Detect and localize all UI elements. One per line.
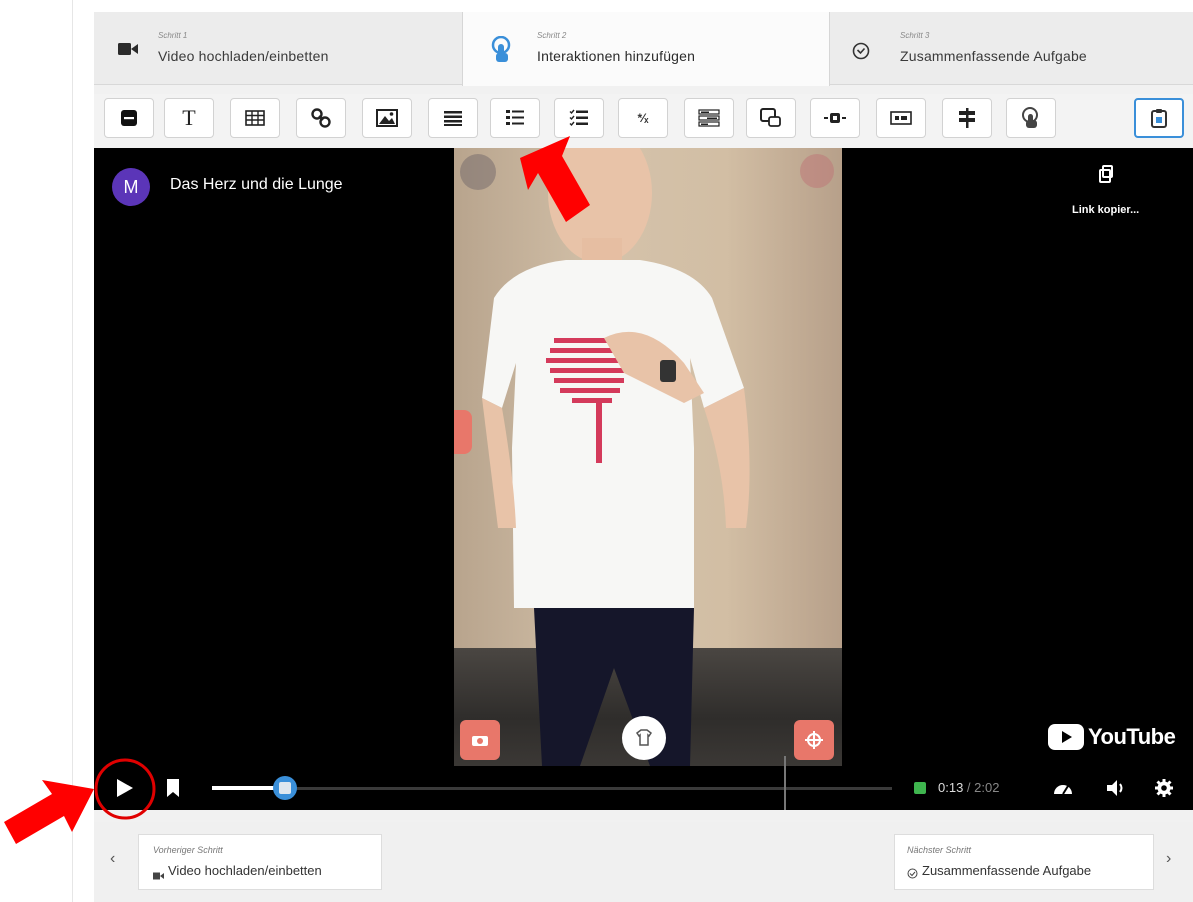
- video-frame: [454, 148, 842, 766]
- statements-tool-button[interactable]: [428, 98, 478, 138]
- interaction-toolbar: T *⁄ₓ: [94, 94, 1193, 148]
- next-step-label: Zusammenfassende Aufgabe: [922, 863, 1092, 878]
- playback-speed-button[interactable]: [1052, 778, 1074, 803]
- prev-arrow-icon[interactable]: ‹: [110, 850, 115, 868]
- drag-text-icon: [698, 109, 720, 127]
- page: Schritt 1 Video hochladen/einbetten Schr…: [0, 0, 1193, 902]
- player-controls: 0:13 / 2:02: [94, 756, 1193, 810]
- interaction-marker: [784, 756, 786, 810]
- tab-step-3[interactable]: Schritt 3 Zusammenfassende Aufgabe: [830, 12, 1193, 85]
- text-tool-button[interactable]: T: [164, 98, 214, 138]
- presenter-figure: [482, 148, 750, 766]
- checklist-icon: [569, 109, 588, 127]
- drag-text-tool-button[interactable]: [684, 98, 734, 138]
- fill-blanks-tool-button[interactable]: *⁄ₓ: [618, 98, 668, 138]
- free-text-tool-button[interactable]: [876, 98, 926, 138]
- step-3-small: Schritt 3: [900, 31, 930, 40]
- free-text-icon: [890, 111, 912, 125]
- tab-step-2[interactable]: Schritt 2 Interaktionen hinzufügen: [462, 12, 830, 86]
- text-icon: T: [182, 105, 196, 130]
- mark-words-tool-button[interactable]: [810, 98, 860, 138]
- arrow-annotation-play: [4, 780, 94, 844]
- gear-hotspot-icon[interactable]: [460, 154, 496, 190]
- volume-button[interactable]: [1106, 779, 1128, 802]
- drag-drop-tool-button[interactable]: [746, 98, 796, 138]
- clipboard-icon: [1151, 109, 1167, 128]
- shirt-hotspot-icon[interactable]: [622, 716, 666, 760]
- drag-drop-icon: [760, 108, 781, 127]
- step-2-small: Schritt 2: [537, 31, 567, 40]
- target-hotspot-icon[interactable]: [794, 720, 834, 760]
- prev-step-small: Vorheriger Schritt: [153, 845, 223, 855]
- seek-track[interactable]: [212, 787, 892, 790]
- volume-icon: [1107, 780, 1123, 796]
- image-tool-button[interactable]: [362, 98, 412, 138]
- signpost-icon: [959, 108, 975, 128]
- play-button[interactable]: [114, 778, 134, 803]
- copy-link-icon[interactable]: [1098, 164, 1128, 188]
- prev-step-label: Video hochladen/einbetten: [168, 863, 322, 878]
- crossroads-tool-button[interactable]: [942, 98, 992, 138]
- youtube-play-icon: [1048, 724, 1084, 750]
- play-icon: [117, 779, 133, 797]
- multiple-choice-tool-button[interactable]: [554, 98, 604, 138]
- tab-step-1[interactable]: Schritt 1 Video hochladen/einbetten: [94, 12, 462, 85]
- seek-handle[interactable]: [272, 776, 297, 800]
- single-choice-tool-button[interactable]: [490, 98, 540, 138]
- mark-words-icon: [824, 113, 846, 123]
- touch-pointer-icon: [491, 35, 513, 69]
- question-hotspot-icon[interactable]: [800, 154, 834, 188]
- step-3-label: Zusammenfassende Aufgabe: [900, 48, 1087, 64]
- navigation-hotspot-tool-button[interactable]: [1006, 98, 1056, 138]
- time-display: 0:13 / 2:02: [938, 780, 1000, 795]
- next-arrow-icon[interactable]: ›: [1166, 850, 1171, 868]
- video-camera-icon: [118, 42, 138, 61]
- bookmark-button[interactable]: [166, 778, 180, 803]
- check-circle-icon: [852, 42, 870, 65]
- table-tool-button[interactable]: [230, 98, 280, 138]
- video-title[interactable]: Das Herz und die Lunge: [170, 176, 343, 194]
- duration: 2:02: [974, 780, 1000, 795]
- side-marker-icon[interactable]: [454, 410, 472, 454]
- numbered-list-icon: [506, 110, 524, 125]
- percent-blanks-icon: *⁄ₓ: [637, 111, 649, 125]
- step-1-label: Video hochladen/einbetten: [158, 48, 329, 64]
- step-tabs: Schritt 1 Video hochladen/einbetten Schr…: [94, 12, 1193, 86]
- interaction-dot-icon[interactable]: [914, 782, 926, 794]
- channel-avatar-letter: M: [123, 176, 139, 197]
- list-lines-icon: [444, 111, 462, 126]
- step-2-label: Interaktionen hinzufügen: [537, 48, 696, 64]
- youtube-logo[interactable]: YouTube: [1048, 722, 1176, 752]
- next-step-button[interactable]: Nächster Schritt Zusammenfassende Aufgab…: [894, 834, 1154, 890]
- image-icon: [376, 109, 398, 127]
- current-time: 0:13: [938, 780, 964, 795]
- check-circle-icon: [907, 866, 918, 884]
- camera-hotspot-icon[interactable]: [460, 720, 500, 760]
- speedometer-icon: [1054, 785, 1072, 795]
- settings-button[interactable]: [1154, 778, 1174, 803]
- bookmark-icon: [167, 779, 179, 797]
- link-tool-button[interactable]: [296, 98, 346, 138]
- table-icon: [245, 110, 265, 126]
- step-navigation: ‹ Vorheriger Schritt Video hochladen/ein…: [94, 822, 1193, 902]
- video-camera-icon: [153, 867, 164, 885]
- step-1-small: Schritt 1: [158, 31, 188, 40]
- copy-link-label[interactable]: Link kopier...: [1072, 204, 1139, 216]
- prev-step-button[interactable]: Vorheriger Schritt Video hochladen/einbe…: [138, 834, 382, 890]
- page-left-border: [72, 0, 73, 902]
- link-icon: [311, 108, 331, 128]
- next-step-small: Nächster Schritt: [907, 845, 972, 855]
- channel-avatar[interactable]: M: [112, 168, 150, 206]
- hotspot-pointer-icon: [1022, 107, 1038, 128]
- youtube-wordmark: YouTube: [1088, 724, 1176, 749]
- label-icon: [121, 110, 137, 126]
- gear-icon: [1155, 779, 1173, 797]
- label-tool-button[interactable]: [104, 98, 154, 138]
- paste-tool-button[interactable]: [1134, 98, 1184, 138]
